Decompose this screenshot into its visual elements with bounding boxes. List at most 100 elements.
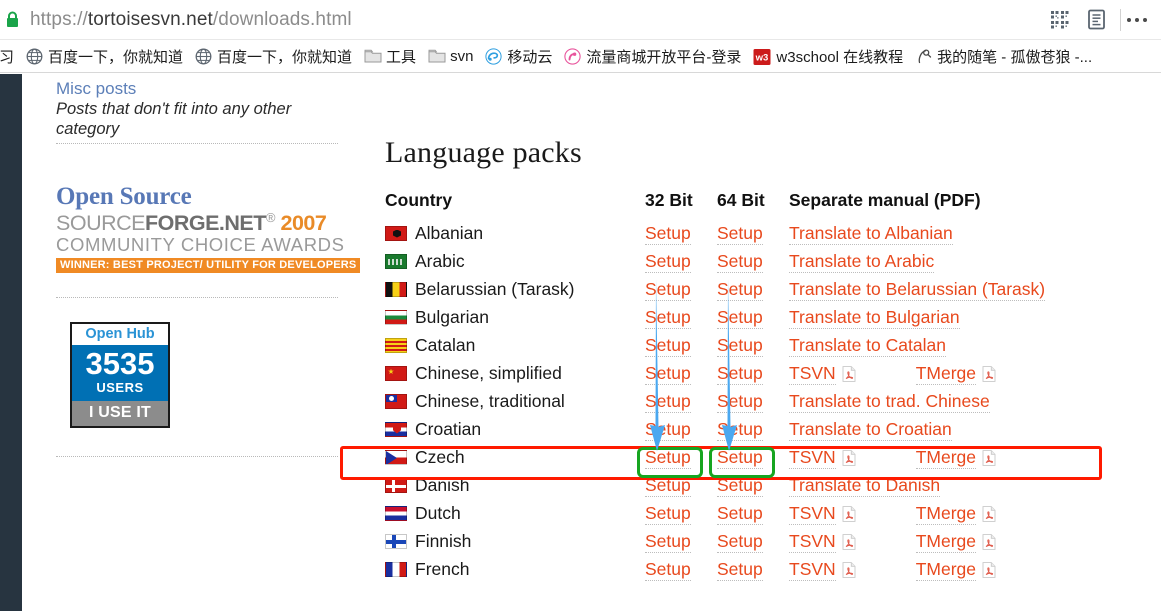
setup-64bit-link[interactable]: Setup	[717, 334, 763, 357]
bookmark-item-w3school[interactable]: w3 w3school 在线教程	[747, 42, 909, 72]
setup-32bit-link[interactable]: Setup	[645, 250, 691, 273]
pdf-icon	[982, 505, 996, 522]
bookmark-item-yidongyun[interactable]: 移动云	[479, 42, 558, 72]
tsvn-manual-link[interactable]: TSVN	[789, 446, 836, 469]
setup-32bit-link[interactable]: Setup	[645, 446, 691, 469]
bookmark-folder-svn[interactable]: svn	[422, 42, 479, 72]
setup-64bit-link[interactable]: Setup	[717, 418, 763, 441]
setup-64bit-link[interactable]: Setup	[717, 474, 763, 497]
sourceforge-registered-mark: ®	[265, 210, 276, 226]
table-row: French Setup Setup TSVN TMerge	[385, 555, 1095, 583]
translate-link[interactable]: Translate to Albanian	[789, 222, 953, 245]
bookmark-item-0[interactable]: 习	[0, 42, 20, 72]
sidebar-misc-posts-title[interactable]: Misc posts	[56, 79, 338, 99]
setup-32bit-link[interactable]: Setup	[645, 530, 691, 553]
sourceforge-source-text: SOURCE	[56, 211, 145, 236]
cell-setup-32bit: Setup	[645, 303, 717, 331]
cell-setup-64bit: Setup	[717, 443, 789, 471]
cell-country: Danish	[385, 471, 645, 499]
column-header-manual: Separate manual (PDF)	[789, 190, 981, 210]
cell-country: Finnish	[385, 527, 645, 555]
cell-setup-32bit: Setup	[645, 415, 717, 443]
cell-setup-32bit: Setup	[645, 387, 717, 415]
country-name: Dutch	[415, 502, 461, 523]
cell-setup-64bit: Setup	[717, 247, 789, 275]
bookmarks-bar: 习 百度一下，你就知道 百度一下，你就知道 工具 svn 移动云 流量商城开放平…	[0, 41, 1161, 73]
bookmark-item-liuliang[interactable]: 流量商城开放平台-登录	[558, 42, 747, 72]
translate-link[interactable]: Translate to trad. Chinese	[789, 390, 990, 413]
more-options-icon[interactable]	[1127, 17, 1161, 22]
setup-32bit-link[interactable]: Setup	[645, 334, 691, 357]
bookmark-folder-tools[interactable]: 工具	[358, 42, 422, 72]
cell-manual: Translate to Arabic	[789, 247, 1095, 275]
country-name: Chinese, simplified	[415, 362, 562, 383]
setup-64bit-link[interactable]: Setup	[717, 278, 763, 301]
qr-code-icon[interactable]	[1042, 3, 1078, 37]
setup-64bit-link[interactable]: Setup	[717, 558, 763, 581]
tsvn-manual-link[interactable]: TSVN	[789, 530, 836, 553]
tmerge-manual-link[interactable]: TMerge	[915, 558, 976, 581]
setup-64bit-link[interactable]: Setup	[717, 362, 763, 385]
sourceforge-title-line: SOURCEFORGE.NET® 2007	[56, 210, 327, 236]
setup-32bit-link[interactable]: Setup	[645, 558, 691, 581]
translate-link[interactable]: Translate to Arabic	[789, 250, 935, 273]
setup-64bit-link[interactable]: Setup	[717, 502, 763, 525]
tmerge-manual-link[interactable]: TMerge	[915, 446, 976, 469]
openhub-badge[interactable]: Open Hub 3535 USERS I USE IT	[70, 321, 170, 429]
translate-link[interactable]: Translate to Catalan	[789, 334, 946, 357]
setup-32bit-link[interactable]: Setup	[645, 502, 691, 525]
setup-32bit-link[interactable]: Setup	[645, 474, 691, 497]
country-name: Catalan	[415, 334, 476, 355]
sidebar-divider	[56, 143, 338, 145]
bookmark-label: svn	[450, 48, 474, 65]
setup-64bit-link[interactable]: Setup	[717, 390, 763, 413]
cell-country: Czech	[385, 443, 645, 471]
folder-icon	[364, 48, 382, 65]
table-row: Belarussian (Tarask) Setup Setup Translate …	[385, 275, 1095, 303]
setup-32bit-link[interactable]: Setup	[645, 362, 691, 385]
tsvn-manual-link[interactable]: TSVN	[789, 502, 836, 525]
translate-link[interactable]: Translate to Croatian	[789, 418, 952, 441]
cell-setup-64bit: Setup	[717, 359, 789, 387]
pdf-icon	[842, 533, 856, 550]
openhub-i-use-it-button[interactable]: I USE IT	[72, 401, 168, 427]
url-path: /downloads.html	[212, 8, 352, 30]
cell-setup-64bit: Setup	[717, 275, 789, 303]
sourceforge-forge-text: FORGE.NET	[144, 211, 266, 236]
sidebar: Misc posts Posts that don't fit into any…	[56, 74, 361, 458]
translate-link[interactable]: Translate to Belarussian (Tarask)	[789, 278, 1046, 301]
tmerge-manual-link[interactable]: TMerge	[915, 502, 976, 525]
tmerge-manual-link[interactable]: TMerge	[915, 362, 976, 385]
bookmark-item-cnblogs[interactable]: 我的随笔 - 孤傲苍狼 -...	[909, 42, 1098, 72]
bookmark-label: w3school 在线教程	[776, 49, 904, 66]
cell-manual: Translate to Catalan	[789, 331, 1095, 359]
cell-setup-32bit: Setup	[645, 275, 717, 303]
tsvn-manual-link[interactable]: TSVN	[789, 362, 836, 385]
translate-link[interactable]: Translate to Bulgarian	[789, 306, 960, 329]
bookmark-item-baidu-2[interactable]: 百度一下，你就知道	[189, 42, 358, 72]
table-header-row: Country 32 Bit 64 Bit Separate manual (P…	[385, 190, 1095, 219]
setup-32bit-link[interactable]: Setup	[645, 390, 691, 413]
cell-manual: Translate to Belarussian (Tarask)	[789, 275, 1095, 303]
tsvn-manual-link[interactable]: TSVN	[789, 558, 836, 581]
translate-link[interactable]: Translate to Danish	[789, 474, 941, 497]
setup-64bit-link[interactable]: Setup	[717, 250, 763, 273]
table-row: Dutch Setup Setup TSVN TMerge	[385, 499, 1095, 527]
reading-view-icon[interactable]	[1078, 3, 1114, 37]
bookmark-item-baidu-1[interactable]: 百度一下，你就知道	[20, 42, 189, 72]
setup-32bit-link[interactable]: Setup	[645, 278, 691, 301]
setup-32bit-link[interactable]: Setup	[645, 418, 691, 441]
sidebar-misc-posts-description: Posts that don't fit into any other cate…	[56, 100, 292, 139]
page-title: Language packs	[385, 136, 582, 169]
cell-country: Chinese, simplified	[385, 359, 645, 387]
setup-32bit-link[interactable]: Setup	[645, 306, 691, 329]
setup-32bit-link[interactable]: Setup	[645, 222, 691, 245]
address-bar[interactable]: https://tortoisesvn.net/downloads.html	[30, 9, 352, 31]
setup-64bit-link[interactable]: Setup	[717, 530, 763, 553]
setup-64bit-link[interactable]: Setup	[717, 222, 763, 245]
setup-64bit-link[interactable]: Setup	[717, 306, 763, 329]
tmerge-manual-link[interactable]: TMerge	[915, 530, 976, 553]
sourceforge-year: 2007	[280, 211, 327, 236]
pink-circle-icon	[564, 48, 582, 65]
setup-64bit-link[interactable]: Setup	[717, 446, 763, 469]
